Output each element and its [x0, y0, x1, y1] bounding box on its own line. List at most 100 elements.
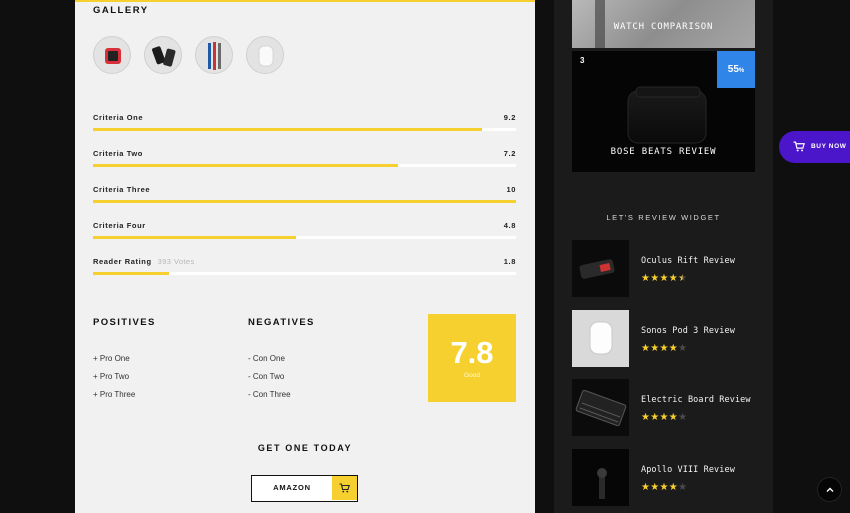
review-title[interactable]: Sonos Pod 3 Review	[641, 326, 735, 336]
gallery-thumb-smartwatch[interactable]	[93, 36, 131, 74]
review-thumb-apollo[interactable]	[572, 449, 629, 506]
star-rating: ★★★★★	[641, 482, 687, 493]
criteria-bar-fill	[93, 128, 483, 131]
star-empty-icon: ★	[678, 482, 688, 493]
bose-review-title: BOSE BEATS REVIEW	[610, 147, 717, 157]
buy-now-label: BUY NOW	[811, 143, 847, 150]
overall-score-value: 7.8	[450, 335, 494, 370]
star-full-icon: ★	[641, 273, 651, 284]
reader-rating-bar[interactable]	[93, 272, 516, 275]
star-empty-icon: ★	[678, 343, 688, 354]
criteria-score: 7.2	[503, 149, 516, 158]
review-item[interactable]: Apollo VIII Review ★★★★★	[572, 449, 755, 506]
criteria-score: 4.8	[503, 221, 516, 230]
positive-item: + Pro One	[93, 354, 130, 363]
review-item[interactable]: Electric Board Review ★★★★★	[572, 379, 755, 436]
gallery-thumb-phones[interactable]	[144, 36, 182, 74]
gallery-thumb-bands[interactable]	[195, 36, 233, 74]
negative-item: - Con Three	[248, 389, 291, 399]
star-full-icon: ★	[659, 412, 669, 423]
gallery-thumb-speaker[interactable]	[246, 36, 284, 74]
review-title[interactable]: Oculus Rift Review	[641, 256, 735, 266]
reader-rating-label: Reader Rating	[93, 257, 152, 266]
criteria-bar	[93, 200, 516, 203]
sidebar: WATCH COMPARISON 3 55% BOSE BEATS REVIEW…	[554, 0, 773, 513]
review-title[interactable]: Electric Board Review	[641, 395, 751, 405]
watch-comparison-card[interactable]: WATCH COMPARISON	[572, 0, 755, 48]
positive-item: + Pro Two	[93, 371, 130, 381]
get-one-title: GET ONE TODAY	[257, 443, 353, 453]
reader-rating-bar-fill	[93, 272, 170, 275]
review-panel: GALLERY Criteria One 9.2 Criteria Two 7.2 …	[75, 0, 535, 513]
percent-badge-unit: %	[738, 68, 745, 74]
reader-rating-score: 1.8	[503, 257, 516, 266]
criteria-label: Criteria One	[93, 113, 144, 122]
gallery-thumbnails	[93, 36, 284, 74]
star-full-icon: ★	[668, 273, 679, 284]
buy-now-button[interactable]: BUY NOW	[779, 131, 850, 163]
gallery-title: GALLERY	[93, 5, 149, 16]
review-thumb-keyboard[interactable]	[572, 379, 629, 436]
negative-item: - Con Two	[248, 371, 285, 381]
criteria-label: Criteria Two	[93, 149, 143, 158]
criteria-bar-fill	[93, 164, 398, 167]
star-full-icon: ★	[668, 343, 679, 354]
positive-item: + Pro Three	[93, 389, 136, 399]
star-full-icon: ★	[641, 412, 651, 423]
review-thumb-sonos[interactable]	[572, 310, 629, 367]
criteria-row: Criteria Two 7.2	[93, 149, 516, 167]
amazon-button-label: AMAZON	[273, 483, 311, 492]
review-title[interactable]: Apollo VIII Review	[641, 465, 735, 475]
reader-rating-row[interactable]: Reader Rating 393 Votes 1.8	[93, 257, 516, 275]
chevron-up-icon	[826, 487, 834, 492]
overall-score-label: Good	[464, 372, 480, 379]
votes-count: 393 Votes	[157, 257, 195, 266]
star-full-icon: ★	[641, 343, 651, 354]
criteria-label: Criteria Three	[93, 185, 151, 194]
criteria-bar	[93, 164, 516, 167]
star-full-icon: ★	[659, 482, 669, 493]
star-full-icon: ★	[668, 412, 679, 423]
star-full-icon: ★	[641, 482, 651, 493]
bose-review-card[interactable]: 3 55% BOSE BEATS REVIEW	[572, 51, 755, 172]
criteria-bar-fill	[93, 236, 297, 239]
criteria-bar	[93, 236, 516, 239]
cart-icon	[793, 141, 805, 152]
criteria-score: 9.2	[503, 113, 516, 122]
positives-title: POSITIVES	[93, 317, 156, 328]
star-full-icon: ★	[650, 482, 660, 493]
overall-score-box: 7.8 Good	[428, 314, 516, 402]
star-empty-icon: ★	[678, 412, 688, 423]
star-full-icon: ★	[668, 482, 679, 493]
scroll-to-top-button[interactable]	[817, 477, 842, 502]
criteria-label: Criteria Four	[93, 221, 146, 230]
star-full-icon: ★	[650, 412, 660, 423]
criteria-bar-fill	[93, 200, 516, 203]
criteria-score: 10	[506, 185, 516, 194]
percent-badge: 55%	[717, 51, 755, 88]
star-half-icon: ★	[678, 273, 688, 284]
positives-list: + Pro One + Pro Two + Pro Three	[93, 350, 135, 403]
widget-title: LET'S REVIEW WIDGET	[606, 213, 721, 222]
review-thumb-oculus[interactable]	[572, 240, 629, 297]
cart-icon	[332, 476, 357, 500]
star-full-icon: ★	[650, 343, 660, 354]
criteria-row: Criteria Four 4.8	[93, 221, 516, 239]
criteria-row: Criteria Three 10	[93, 185, 516, 203]
star-rating: ★★★★★	[641, 412, 687, 423]
criteria-bar	[93, 128, 516, 131]
amazon-button[interactable]: AMAZON	[251, 475, 358, 502]
negative-item: - Con One	[248, 354, 285, 363]
negatives-list: - Con One - Con Two - Con Three	[248, 350, 291, 403]
percent-badge-value: 55	[727, 64, 739, 75]
negatives-title: NEGATIVES	[248, 317, 315, 328]
star-full-icon: ★	[659, 343, 669, 354]
review-item[interactable]: Oculus Rift Review ★★★★★	[572, 240, 755, 297]
watch-comparison-title: WATCH COMPARISON	[613, 22, 714, 32]
star-rating: ★★★★★	[641, 343, 687, 354]
card-rank-number: 3	[580, 56, 585, 65]
accent-line	[75, 0, 535, 2]
star-rating: ★★★★★	[641, 273, 687, 284]
review-item[interactable]: Sonos Pod 3 Review ★★★★★	[572, 310, 755, 367]
star-full-icon: ★	[659, 273, 669, 284]
